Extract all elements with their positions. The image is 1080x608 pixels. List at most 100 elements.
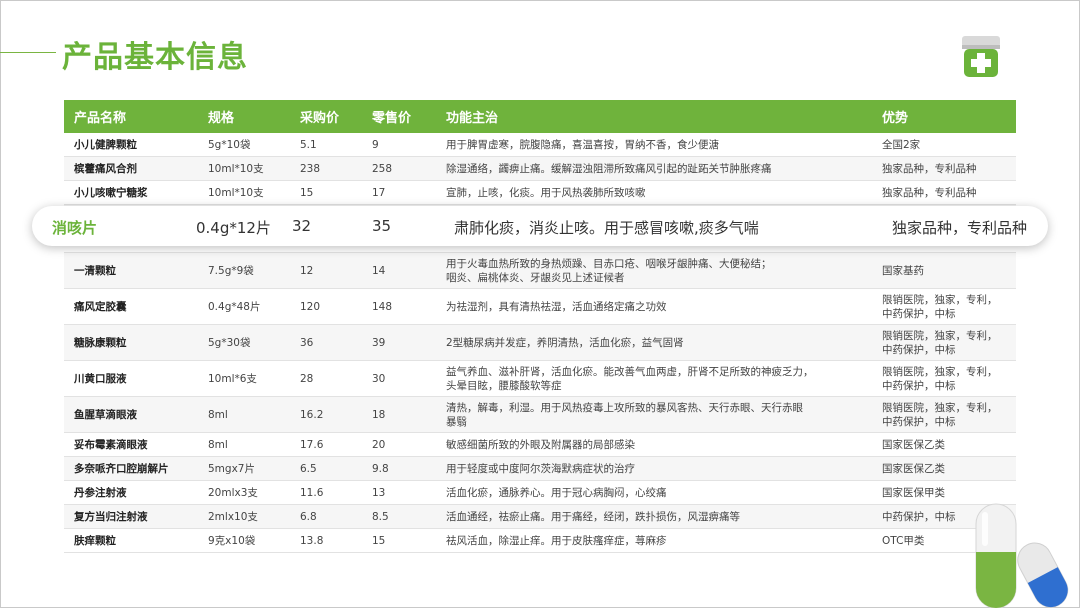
cell-product-name: 一清颗粒 [64, 252, 198, 289]
cell-advantage: 限销医院，独家，专利， 中药保护，中标 [872, 360, 1016, 397]
header-function: 功能主治 [436, 100, 872, 133]
cell-purchase-price: 6.5 [290, 456, 362, 481]
cell-spec: 10ml*10支 [198, 156, 290, 181]
cell-purchase-price: 12 [290, 252, 362, 289]
cell-purchase-price: 11.6 [290, 480, 362, 505]
cell-product-name: 小儿健脾颗粒 [64, 133, 198, 157]
product-table: 产品名称 规格 采购价 零售价 功能主治 优势 小儿健脾颗粒 5g*10袋 5.1 9… [64, 100, 1016, 553]
cell-spec: 10ml*6支 [198, 360, 290, 397]
cell-retail-price: 30 [362, 360, 436, 397]
cell-spec: 2mlx10支 [198, 504, 290, 529]
cell-line: 活血通经，祛瘀止痛。用于痛经，经闭，跌扑损伤，风湿痹痛等 [446, 510, 740, 523]
cell-product-name: 丹参注射液 [64, 480, 198, 505]
cell-purchase-price: 238 [290, 156, 362, 181]
cell-line: 国家医保乙类 [882, 438, 945, 451]
cell-line: 宣肺，止咳，化痰。用于风热袭肺所致咳嗽 [446, 186, 646, 199]
callout-purchase-price: 32 [292, 217, 312, 235]
header-purchase-price: 采购价 [290, 100, 362, 133]
cell-advantage: 全国2家 [872, 133, 1016, 157]
cell-line: 用于轻度或中度阿尔茨海默病症状的治疗 [446, 462, 635, 475]
cell-line: 中药保护，中标 [882, 307, 956, 320]
cell-spec: 10ml*10支 [198, 180, 290, 205]
callout-retail-price: 35 [372, 217, 392, 235]
cell-function: 2型糖尿病并发症，养阴清热，活血化瘀，益气固肾 [436, 324, 872, 361]
cell-line: 独家品种，专利品种 [882, 162, 977, 175]
cell-function: 用于轻度或中度阿尔茨海默病症状的治疗 [436, 456, 872, 481]
cell-line: 头晕目眩，腰膝酸软等症 [446, 379, 562, 392]
cell-retail-price: 258 [362, 156, 436, 181]
table-row: 川黄口服液 10ml*6支 28 30 益气养血、滋补肝肾，活血化瘀。能改善气血两虚，肝… [64, 360, 1016, 397]
cell-line: 用于火毒血热所致的身热烦躁、目赤口疮、咽喉牙龈肿痛、大便秘结； [446, 257, 772, 270]
cell-retail-price: 20 [362, 432, 436, 457]
cell-purchase-price: 16.2 [290, 396, 362, 433]
cell-spec: 7.5g*9袋 [198, 252, 290, 289]
medicine-jar-icon [962, 36, 1000, 77]
cell-retail-price: 18 [362, 396, 436, 433]
cell-advantage: 国家基药 [872, 252, 1016, 289]
cell-purchase-price: 28 [290, 360, 362, 397]
cell-purchase-price: 6.8 [290, 504, 362, 529]
title-accent-line [0, 52, 56, 53]
cell-product-name: 复方当归注射液 [64, 504, 198, 529]
cell-advantage: 限销医院，独家，专利， 中药保护，中标 [872, 396, 1016, 433]
cell-purchase-price: 120 [290, 288, 362, 325]
table-row: 复方当归注射液 2mlx10支 6.8 8.5 活血通经，祛瘀止痛。用于痛经，经闭，跌扑… [64, 504, 1016, 529]
table-row: 丹参注射液 20mlx3支 11.6 13 活血化瘀，通脉养心。用于冠心病胸闷，心绞痛国… [64, 480, 1016, 505]
cell-spec: 9克x10袋 [198, 528, 290, 553]
cell-product-name: 妥布霉素滴眼液 [64, 432, 198, 457]
cell-product-name: 肤痒颗粒 [64, 528, 198, 553]
cell-function: 益气养血、滋补肝肾，活血化瘀。能改善气血两虚，肝肾不足所致的神疲乏力， 头晕目眩，… [436, 360, 872, 397]
table-row: 小儿咳嗽宁糖浆 10ml*10支 15 17 宣肺，止咳，化痰。用于风热袭肺所致咳嗽 独家… [64, 180, 1016, 205]
cell-spec: 5mgx7片 [198, 456, 290, 481]
cell-purchase-price: 17.6 [290, 432, 362, 457]
header-product-name: 产品名称 [64, 100, 198, 133]
cell-retail-price: 39 [362, 324, 436, 361]
cell-retail-price: 14 [362, 252, 436, 289]
cell-advantage: 独家品种，专利品种 [872, 156, 1016, 181]
cell-line: 为祛湿剂，具有清热祛湿，活血通络定痛之功效 [446, 300, 667, 313]
cell-line: 活血化瘀，通脉养心。用于冠心病胸闷，心绞痛 [446, 486, 667, 499]
cell-advantage: 国家医保乙类 [872, 456, 1016, 481]
cell-line: 咽炎、扁桃体炎、牙龈炎见上述证候者 [446, 271, 625, 284]
cell-advantage: 限销医院，独家，专利， 中药保护，中标 [872, 324, 1016, 361]
cell-line: 中药保护，中标 [882, 379, 956, 392]
table-header-row: 产品名称 规格 采购价 零售价 功能主治 优势 [64, 100, 1016, 133]
cell-line: 独家品种，专利品种 [882, 186, 977, 199]
cell-advantage: 国家医保乙类 [872, 432, 1016, 457]
cell-line: 祛风活血，除湿止痒。用于皮肤瘙痒症，荨麻疹 [446, 534, 667, 547]
cell-line: 益气养血、滋补肝肾，活血化瘀。能改善气血两虚，肝肾不足所致的神疲乏力， [446, 365, 814, 378]
cell-function: 敏感细菌所致的外眼及附属器的局部感染 [436, 432, 872, 457]
table-row: 鱼腥草滴眼液 8ml 16.2 18 清热，解毒，利湿。用于风热疫毒上攻所致的暴风客热、… [64, 396, 1016, 433]
cell-line: 国家基药 [882, 264, 924, 277]
cell-product-name: 鱼腥草滴眼液 [64, 396, 198, 433]
cell-purchase-price: 5.1 [290, 133, 362, 157]
cell-function: 用于脾胃虚寒，脘腹隐痛，喜温喜按，胃纳不香，食少便溏 [436, 133, 872, 157]
cell-line: 全国2家 [882, 138, 921, 151]
cell-function: 活血通经，祛瘀止痛。用于痛经，经闭，跌扑损伤，风湿痹痛等 [436, 504, 872, 529]
cell-line: 暴翳 [446, 415, 467, 428]
cell-spec: 0.4g*48片 [198, 288, 290, 325]
cell-line: 中药保护，中标 [882, 343, 956, 356]
cell-line: 用于脾胃虚寒，脘腹隐痛，喜温喜按，胃纳不香，食少便溏 [446, 138, 719, 151]
callout-function: 肃肺化痰，消炎止咳。用于感冒咳嗽,痰多气喘 [454, 219, 759, 237]
cell-product-name: 槟藿痛风合剂 [64, 156, 198, 181]
cell-advantage: 限销医院，独家，专利， 中药保护，中标 [872, 288, 1016, 325]
cell-product-name: 川黄口服液 [64, 360, 198, 397]
product-table-container: 产品名称 规格 采购价 零售价 功能主治 优势 小儿健脾颗粒 5g*10袋 5.1 9… [64, 100, 1016, 553]
cell-line: 敏感细菌所致的外眼及附属器的局部感染 [446, 438, 635, 451]
capsule-pills-icon [975, 503, 1069, 608]
cell-function: 祛风活血，除湿止痒。用于皮肤瘙痒症，荨麻疹 [436, 528, 872, 553]
cell-function: 宣肺，止咳，化痰。用于风热袭肺所致咳嗽 [436, 180, 872, 205]
table-row: 一清颗粒 7.5g*9袋 12 14 用于火毒血热所致的身热烦躁、目赤口疮、咽喉牙龈肿痛… [64, 252, 1016, 289]
callout-advantage: 独家品种，专利品种 [892, 219, 1028, 237]
cell-line: 限销医院，独家，专利， [882, 293, 998, 306]
cell-function: 除湿通络，蠲痹止痛。缓解湿浊阻滞所致痛风引起的趾跖关节肿胀疼痛 [436, 156, 872, 181]
cell-purchase-price: 36 [290, 324, 362, 361]
cell-line: 清热，解毒，利湿。用于风热疫毒上攻所致的暴风客热、天行赤眼、天行赤眼 [446, 401, 803, 414]
table-row: 小儿健脾颗粒 5g*10袋 5.1 9 用于脾胃虚寒，脘腹隐痛，喜温喜按，胃纳不香，食少… [64, 133, 1016, 157]
cell-line: 中药保护，中标 [882, 415, 956, 428]
table-row: 妥布霉素滴眼液 8ml 17.6 20 敏感细菌所致的外眼及附属器的局部感染 国家医保乙类 [64, 432, 1016, 457]
cell-spec: 5g*30袋 [198, 324, 290, 361]
header-spec: 规格 [198, 100, 290, 133]
cell-purchase-price: 15 [290, 180, 362, 205]
